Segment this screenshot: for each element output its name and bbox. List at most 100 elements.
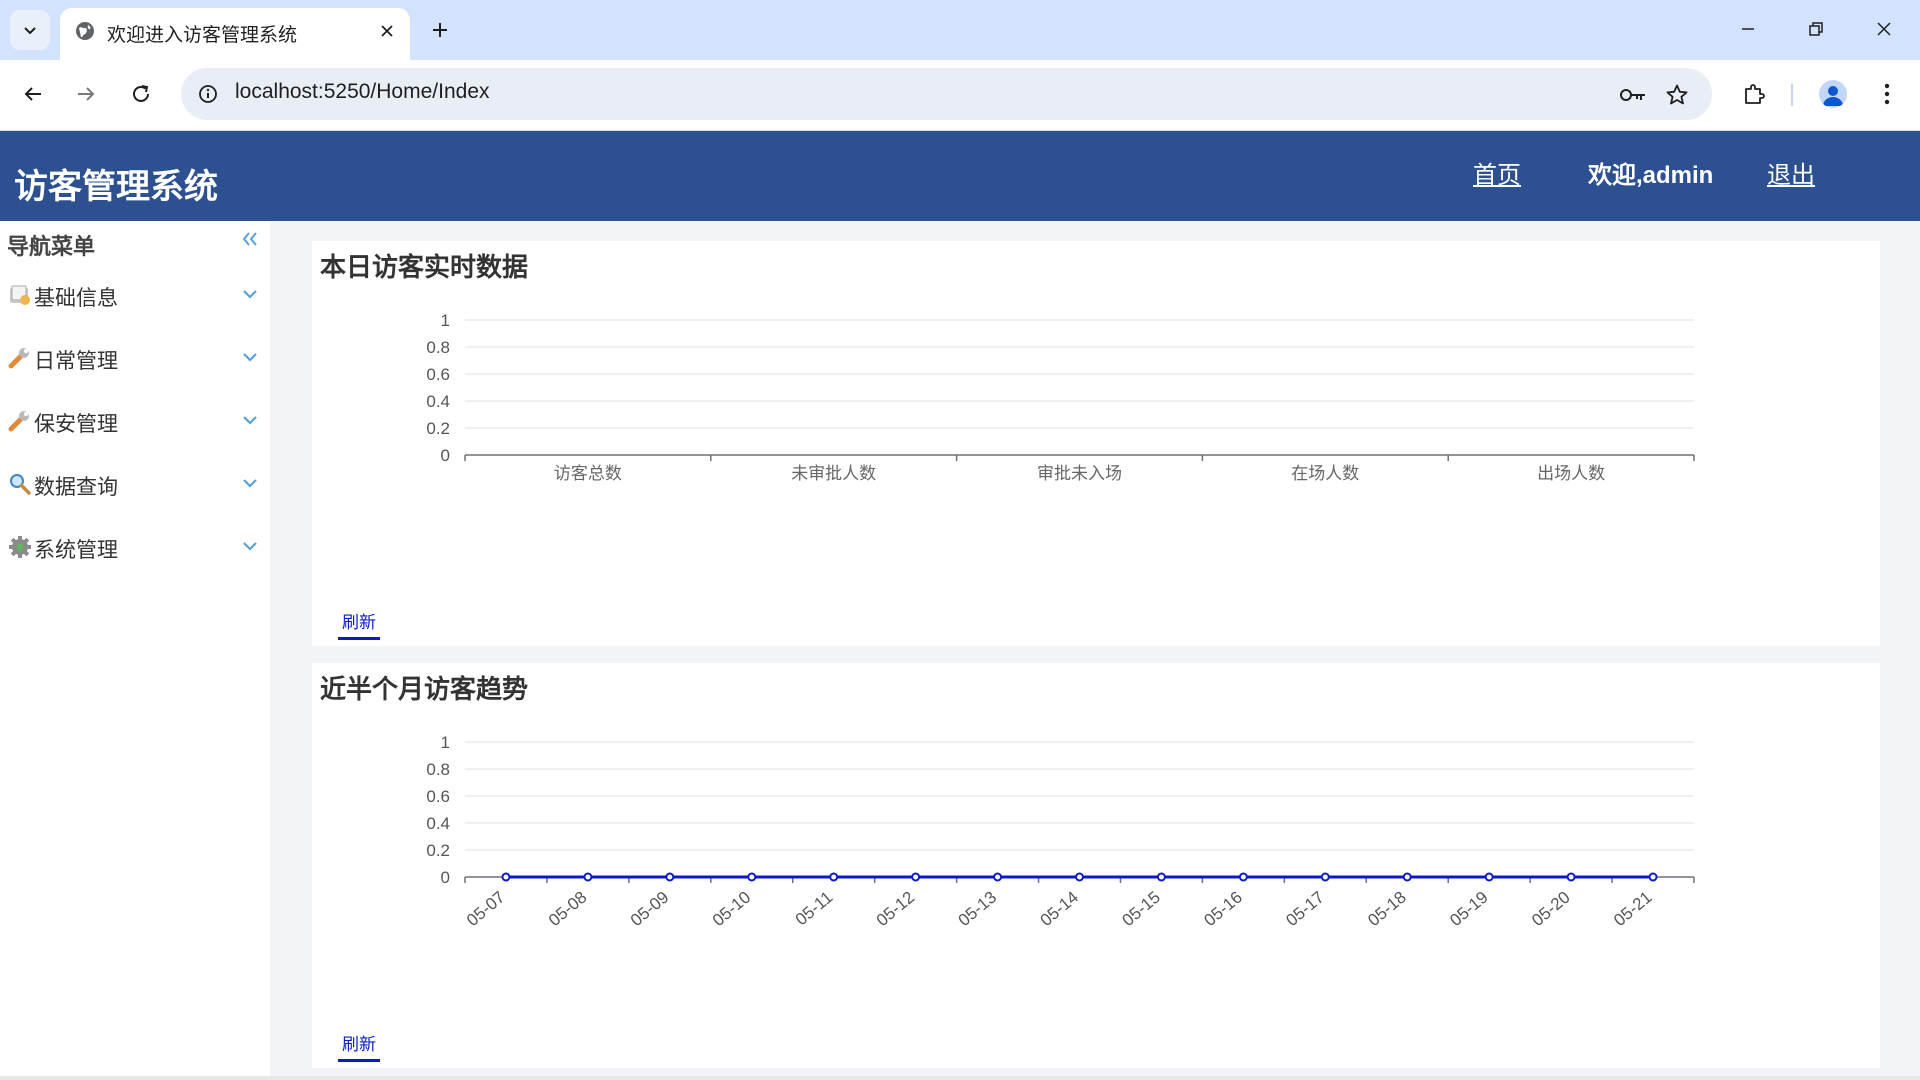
plus-icon: [433, 23, 447, 37]
sidebar-item-label: 日常管理: [34, 350, 118, 373]
x-tick-label: 05-14: [1037, 888, 1083, 931]
logout-link[interactable]: 退出: [1767, 155, 1815, 190]
close-icon: [1877, 22, 1891, 36]
app-title: 访客管理系统: [14, 168, 218, 206]
reload-icon: [133, 85, 149, 102]
data-point: [583, 872, 593, 882]
site-info-button[interactable]: [193, 79, 223, 109]
app-header: 访客管理系统 首页 欢迎,admin 退出: [0, 131, 1920, 221]
restore-icon: [1809, 22, 1823, 36]
chevron-down-icon: [243, 416, 257, 425]
key-icon: [1620, 89, 1645, 101]
x-tick-label: 访客总数: [554, 464, 622, 483]
minimize-icon: [1742, 28, 1754, 30]
data-point: [1320, 872, 1330, 882]
chevron-down-icon: [243, 353, 257, 362]
x-tick-label: 05-10: [709, 888, 755, 931]
x-tick-label: 05-07: [463, 888, 509, 931]
avatar: [1819, 80, 1847, 108]
password-manager-button[interactable]: [1616, 78, 1650, 112]
sidebar-item-label: 数据查询: [34, 476, 118, 499]
x-tick-label: 05-18: [1364, 888, 1410, 931]
sidebar-item-label: 保安管理: [34, 413, 118, 436]
y-tick-label: 1: [441, 311, 450, 330]
sidebar-item-label: 系统管理: [34, 539, 118, 562]
new-tab-button[interactable]: [422, 12, 458, 48]
puzzle-icon: [1745, 84, 1765, 104]
chevron-down-icon: [24, 27, 36, 35]
data-point: [1484, 872, 1494, 882]
sidebar-item-daily-management[interactable]: 日常管理: [0, 335, 270, 379]
x-tick-label: 05-11: [792, 888, 837, 930]
y-tick-label: 0.6: [426, 365, 450, 384]
sidebar-item-security-management[interactable]: 保安管理: [0, 398, 270, 442]
profile-button[interactable]: [1811, 72, 1855, 116]
welcome-text: 欢迎,admin: [1588, 162, 1714, 189]
x-tick-label: 05-16: [1200, 888, 1246, 931]
y-tick-label: 0.8: [426, 338, 450, 357]
x-tick-label: 审批未入场: [1037, 464, 1122, 483]
sidebar-item-data-query[interactable]: 数据查询: [0, 461, 270, 505]
tab-search-button[interactable]: [10, 10, 50, 50]
data-point: [1238, 872, 1248, 882]
restore-button[interactable]: [1788, 6, 1844, 52]
sidebar-item-system-management[interactable]: 系统管理: [0, 524, 270, 568]
y-tick-label: 0: [441, 446, 450, 465]
sidebar: 导航菜单 基础信息 日常管理 保安管理 数据查询 系统管理: [0, 221, 270, 1080]
minimize-button[interactable]: [1720, 6, 1776, 52]
refresh-button[interactable]: 刷新: [338, 1030, 380, 1062]
back-button[interactable]: [11, 72, 55, 116]
window-close-button[interactable]: [1856, 6, 1912, 52]
chevron-down-icon: [243, 542, 257, 551]
url-text: localhost:5250/Home/Index: [235, 80, 490, 103]
refresh-button[interactable]: 刷新: [338, 608, 380, 640]
forward-button[interactable]: [64, 72, 108, 116]
extensions-button[interactable]: [1732, 72, 1776, 116]
y-tick-label: 1: [441, 733, 450, 752]
x-tick-label: 在场人数: [1291, 464, 1359, 483]
magnifier-icon: [10, 474, 31, 495]
close-icon: [381, 25, 393, 37]
y-tick-label: 0.2: [426, 841, 450, 860]
address-bar[interactable]: localhost:5250/Home/Index: [181, 68, 1712, 120]
x-tick-label: 05-08: [545, 888, 591, 931]
wrench-icon: [8, 411, 29, 432]
tab-close-button[interactable]: [374, 18, 400, 44]
data-point: [747, 872, 757, 882]
y-tick-label: 0.2: [426, 419, 450, 438]
data-point: [1075, 872, 1084, 882]
chevron-down-icon: [243, 290, 257, 299]
double-chevron-left-icon[interactable]: [240, 229, 260, 249]
panel-title: 本日访客实时数据: [320, 252, 529, 282]
bookmark-button[interactable]: [1660, 78, 1694, 112]
browser-menu-button[interactable]: [1865, 72, 1909, 116]
arrow-left-icon: [24, 87, 41, 101]
y-tick-label: 0.4: [426, 392, 450, 411]
x-tick-label: 05-20: [1528, 888, 1574, 931]
panel-title: 近半个月访客趋势: [320, 674, 529, 704]
sidebar-title: 导航菜单: [7, 234, 96, 259]
data-point: [1648, 872, 1658, 882]
reload-button[interactable]: [119, 72, 163, 116]
data-point: [501, 872, 511, 882]
gear-icon: [9, 536, 31, 558]
data-point: [1402, 872, 1412, 882]
browser-tab[interactable]: 欢迎进入访客管理系统: [60, 8, 410, 60]
y-tick-label: 0.4: [426, 814, 450, 833]
x-tick-label: 出场人数: [1537, 464, 1605, 483]
page-bottom-edge: [0, 1076, 1920, 1080]
y-tick-label: 0: [441, 868, 450, 887]
sidebar-item-label: 基础信息: [34, 287, 118, 310]
today-visitors-chart: 1 0.8 0.6 0.4 0.2 0 访客总数 未审批人数 审批未入场 在场人数 出场人数: [426, 311, 1695, 483]
star-icon: [1666, 84, 1688, 105]
data-point: [1156, 872, 1166, 882]
x-tick-label: 05-21: [1610, 888, 1656, 931]
x-tick-label: 05-13: [955, 888, 1001, 931]
sidebar-item-basic-info[interactable]: 基础信息: [0, 272, 270, 316]
globe-icon: [76, 22, 94, 40]
folder-icon: [10, 285, 30, 305]
visitor-trend-chart: 1 0.8 0.6 0.4 0.2 0 05-07 05-08 05-09 05-10 05-11 0…: [426, 733, 1695, 931]
home-link[interactable]: 首页: [1473, 155, 1521, 190]
x-tick-label: 未审批人数: [791, 464, 876, 483]
x-tick-label: 05-15: [1118, 888, 1164, 931]
